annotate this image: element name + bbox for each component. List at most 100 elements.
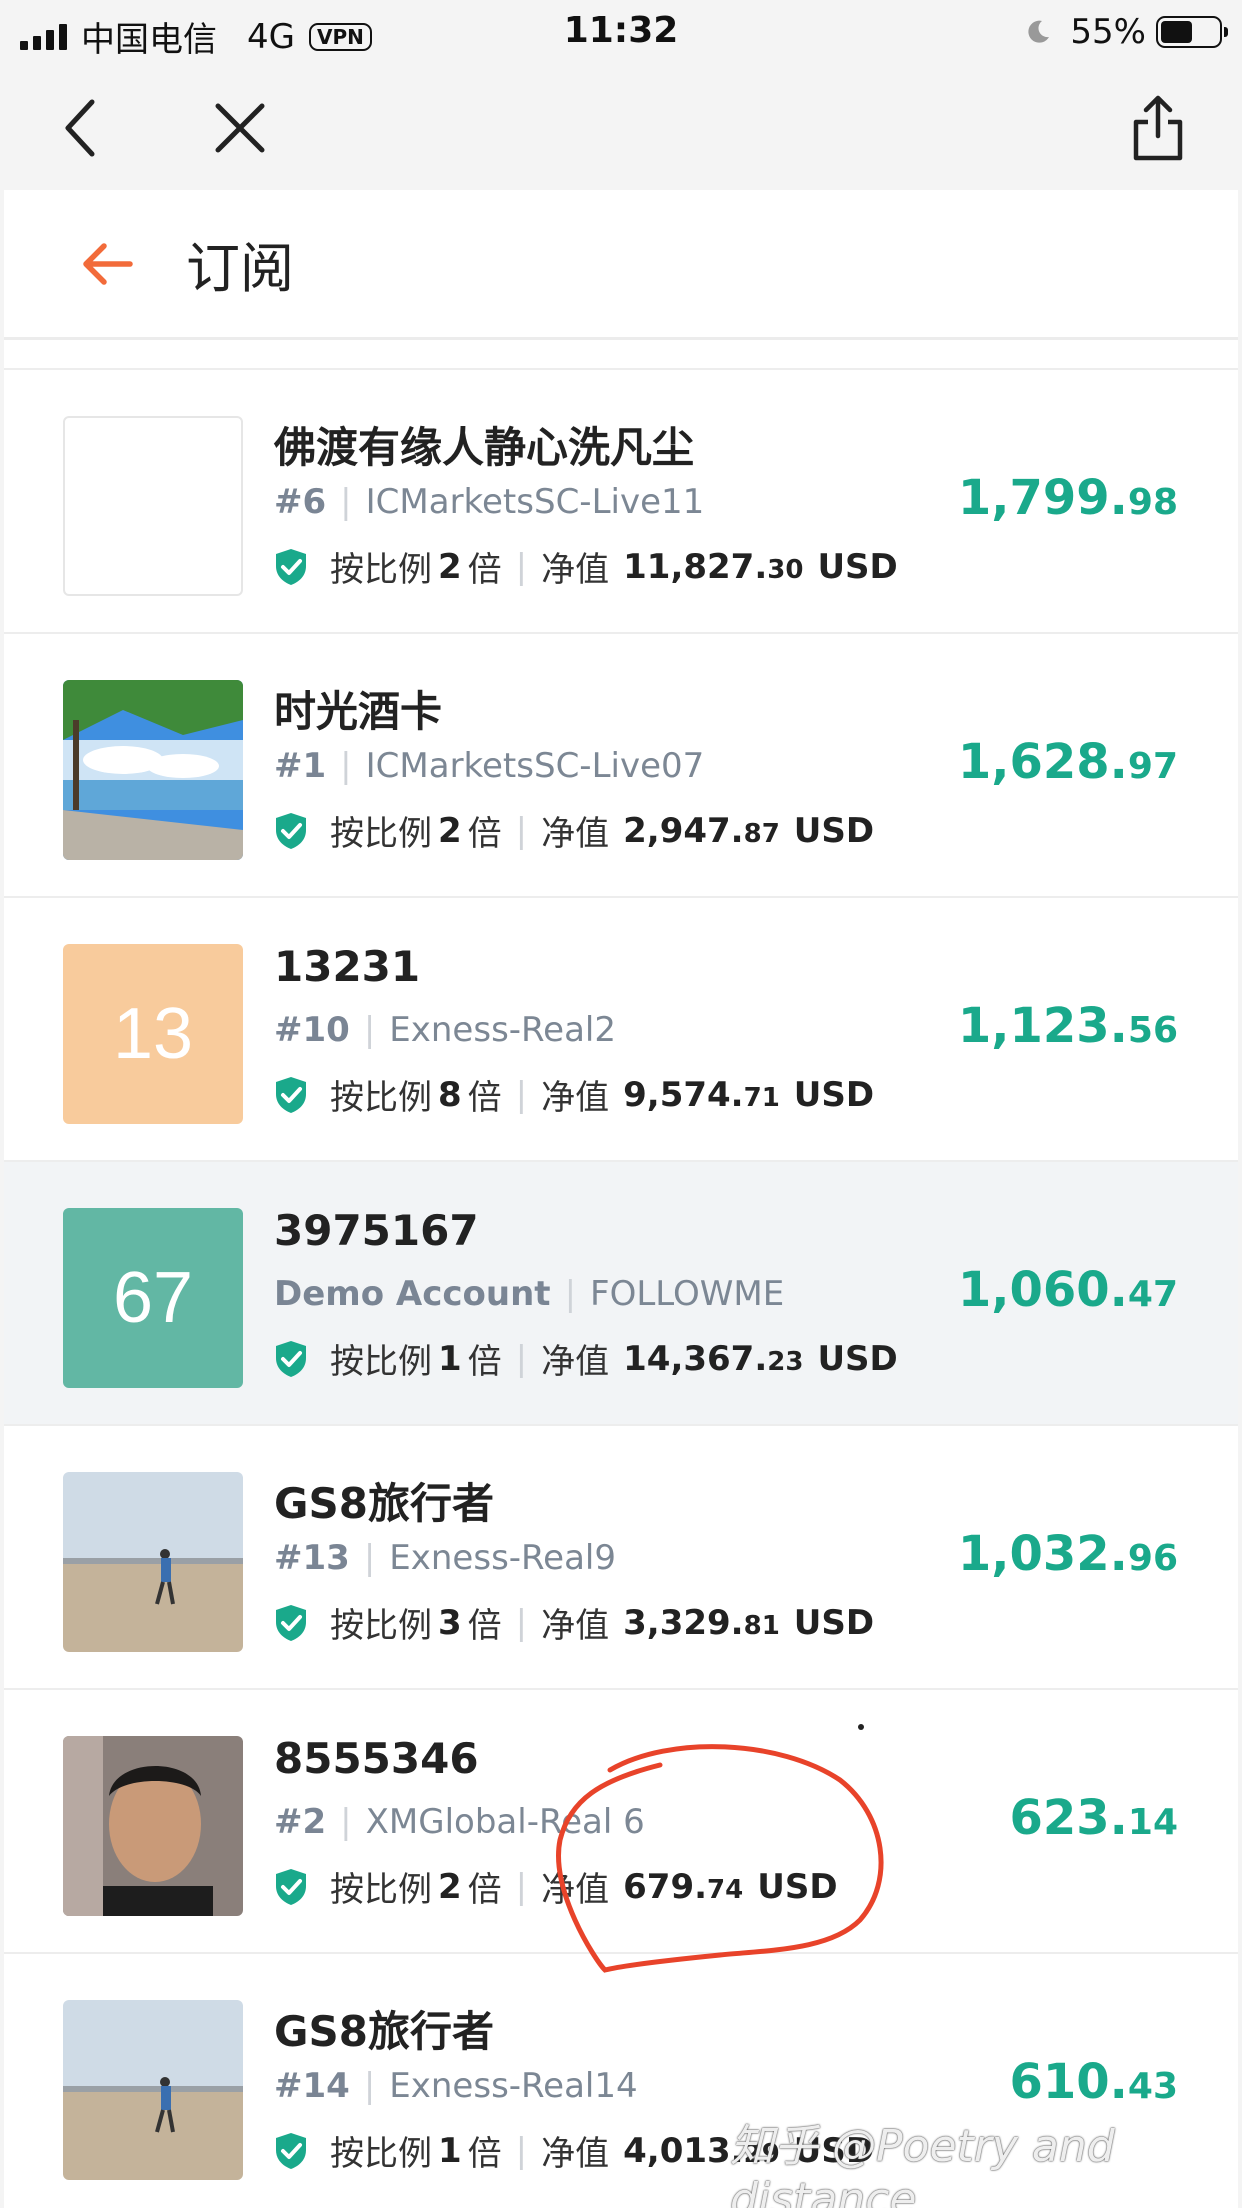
trader-name: GS8旅行者: [274, 1479, 494, 1528]
ratio-value: 1: [438, 1338, 462, 1379]
avatar-photo: [63, 1472, 243, 1652]
status-right: 55%: [1024, 12, 1228, 52]
watermark: 知乎 @Poetry and distance: [730, 2121, 1115, 2208]
separator: |: [515, 546, 528, 587]
ratio-suffix: 倍: [467, 550, 502, 590]
equity-currency: USD: [793, 1074, 875, 1115]
trader-meta: #14 | Exness-Real14: [274, 2066, 638, 2106]
page-back-button[interactable]: [80, 234, 140, 294]
separator: |: [515, 1602, 528, 1643]
equity-value: 14,367.23: [623, 1338, 804, 1379]
equity-value: 9,574.71: [623, 1074, 780, 1115]
ratio-prefix: 按比例: [330, 1342, 432, 1382]
trader-meta: #6 | ICMarketsSC-Live11: [274, 482, 704, 522]
shield-check-icon: [276, 2132, 306, 2169]
separator: |: [340, 482, 352, 522]
trader-server: ICMarketsSC-Live11: [365, 482, 705, 522]
separator: |: [340, 1802, 352, 1842]
subscription-page: 订阅 佛渡有缘人静心洗凡尘 #6 | ICMarketsSC-Live11 按比…: [4, 190, 1238, 2208]
spacer: [4, 340, 1238, 370]
profit-value: 1,628.97: [957, 734, 1178, 790]
ratio-value: 2: [438, 810, 462, 851]
trader-rank: #13: [274, 1538, 350, 1578]
subscription-row-5[interactable]: GS8旅行者 #13 | Exness-Real9 按比例 3 倍 | 净值 3…: [4, 1426, 1238, 1690]
trader-rank: #1: [274, 746, 327, 786]
chevron-left-icon: [65, 99, 95, 157]
trader-server: Exness-Real14: [389, 2066, 638, 2106]
ratio-prefix: 按比例: [330, 1606, 432, 1646]
subscription-row-1[interactable]: 佛渡有缘人静心洗凡尘 #6 | ICMarketsSC-Live11 按比例 2…: [4, 370, 1238, 634]
subscription-row-3[interactable]: 13 13231 #10 | Exness-Real2 按比例 8 倍 | 净值…: [4, 898, 1238, 1162]
browser-close-button[interactable]: [200, 88, 280, 168]
trader-name: 3975167: [274, 1206, 479, 1255]
trader-rank: #14: [274, 2066, 350, 2106]
ratio-value: 2: [438, 1866, 462, 1907]
equity-label: 净值: [541, 550, 610, 590]
ratio-suffix: 倍: [467, 1078, 502, 1118]
separator: |: [515, 1866, 528, 1907]
battery-percent: 55%: [1070, 12, 1146, 52]
trader-meta: #2 | XMGlobal-Real 6: [274, 1802, 645, 1842]
ratio-prefix: 按比例: [330, 1078, 432, 1118]
trader-server: FOLLOWME: [590, 1274, 785, 1314]
subscription-list: 佛渡有缘人静心洗凡尘 #6 | ICMarketsSC-Live11 按比例 2…: [4, 370, 1238, 2208]
ratio-prefix: 按比例: [330, 1870, 432, 1910]
battery-icon: [1156, 16, 1228, 48]
trader-name: GS8旅行者: [274, 2007, 494, 2056]
avatar-photo: [63, 1736, 243, 1916]
profit-value: 1,799.98: [957, 470, 1178, 526]
avatar-initials: 67: [112, 1258, 194, 1338]
subscription-row-6[interactable]: 8555346 #2 | XMGlobal-Real 6 按比例 2 倍 | 净…: [4, 1690, 1238, 1954]
equity-currency: USD: [817, 546, 898, 587]
avatar: [63, 680, 243, 860]
equity-label: 净值: [541, 1606, 610, 1646]
status-bar: 中国电信 4G VPN 11:32 55%: [0, 0, 1242, 62]
ratio-prefix: 按比例: [330, 814, 432, 854]
equity-value: 2,947.87: [623, 810, 780, 851]
arrow-left-icon: [83, 242, 133, 285]
moon-icon: [1028, 20, 1050, 43]
browser-share-button[interactable]: [1118, 88, 1198, 168]
subscription-row-4[interactable]: 67 3975167 Demo Account | FOLLOWME 按比例 1…: [4, 1162, 1238, 1426]
avatar: 13: [63, 944, 243, 1124]
trader-meta: #13 | Exness-Real9: [274, 1538, 616, 1578]
ratio-prefix: 按比例: [330, 2134, 432, 2174]
avatar-photo: [63, 2000, 243, 2180]
ratio-value: 2: [438, 546, 462, 587]
avatar: [63, 1736, 243, 1916]
equity-currency: USD: [793, 1602, 875, 1643]
trader-name: 8555346: [274, 1734, 479, 1783]
ratio-suffix: 倍: [467, 814, 502, 854]
trader-name: 时光酒卡: [274, 687, 443, 736]
equity-label: 净值: [541, 814, 610, 854]
equity-value: 679.74: [623, 1866, 744, 1907]
equity-currency: USD: [793, 810, 875, 851]
avatar: 67: [63, 1208, 243, 1388]
trader-server: ICMarketsSC-Live07: [365, 746, 705, 786]
ratio-suffix: 倍: [467, 1342, 502, 1382]
page-title: 订阅: [186, 237, 294, 300]
copy-settings: 按比例 8 倍 | 净值 9,574.71 USD: [274, 1070, 874, 1119]
copy-settings: 按比例 2 倍 | 净值 2,947.87 USD: [274, 806, 874, 855]
separator: |: [515, 810, 528, 851]
subscription-row-2[interactable]: 时光酒卡 #1 | ICMarketsSC-Live07 按比例 2 倍 | 净…: [4, 634, 1238, 898]
profit-value: 1,060.47: [957, 1262, 1178, 1318]
separator: |: [515, 2130, 528, 2171]
profit-value: 610.43: [1009, 2054, 1178, 2110]
separator: |: [340, 746, 352, 786]
ratio-suffix: 倍: [467, 1606, 502, 1646]
separator: |: [363, 1538, 376, 1578]
browser-back-button[interactable]: [40, 88, 120, 168]
separator: |: [515, 1074, 528, 1115]
trader-server: XMGlobal-Real 6: [365, 1802, 645, 1842]
page-header: 订阅: [4, 190, 1238, 340]
trader-server: Exness-Real9: [389, 1538, 616, 1578]
avatar: [63, 416, 243, 596]
separator: |: [363, 1010, 376, 1050]
profit-value: 1,032.96: [957, 1526, 1178, 1582]
trader-name: 13231: [274, 942, 421, 991]
trader-name: 佛渡有缘人静心洗凡尘: [274, 423, 695, 472]
trader-meta: #1 | ICMarketsSC-Live07: [274, 746, 704, 786]
shield-check-icon: [276, 1076, 306, 1113]
trader-rank: #6: [274, 482, 327, 522]
